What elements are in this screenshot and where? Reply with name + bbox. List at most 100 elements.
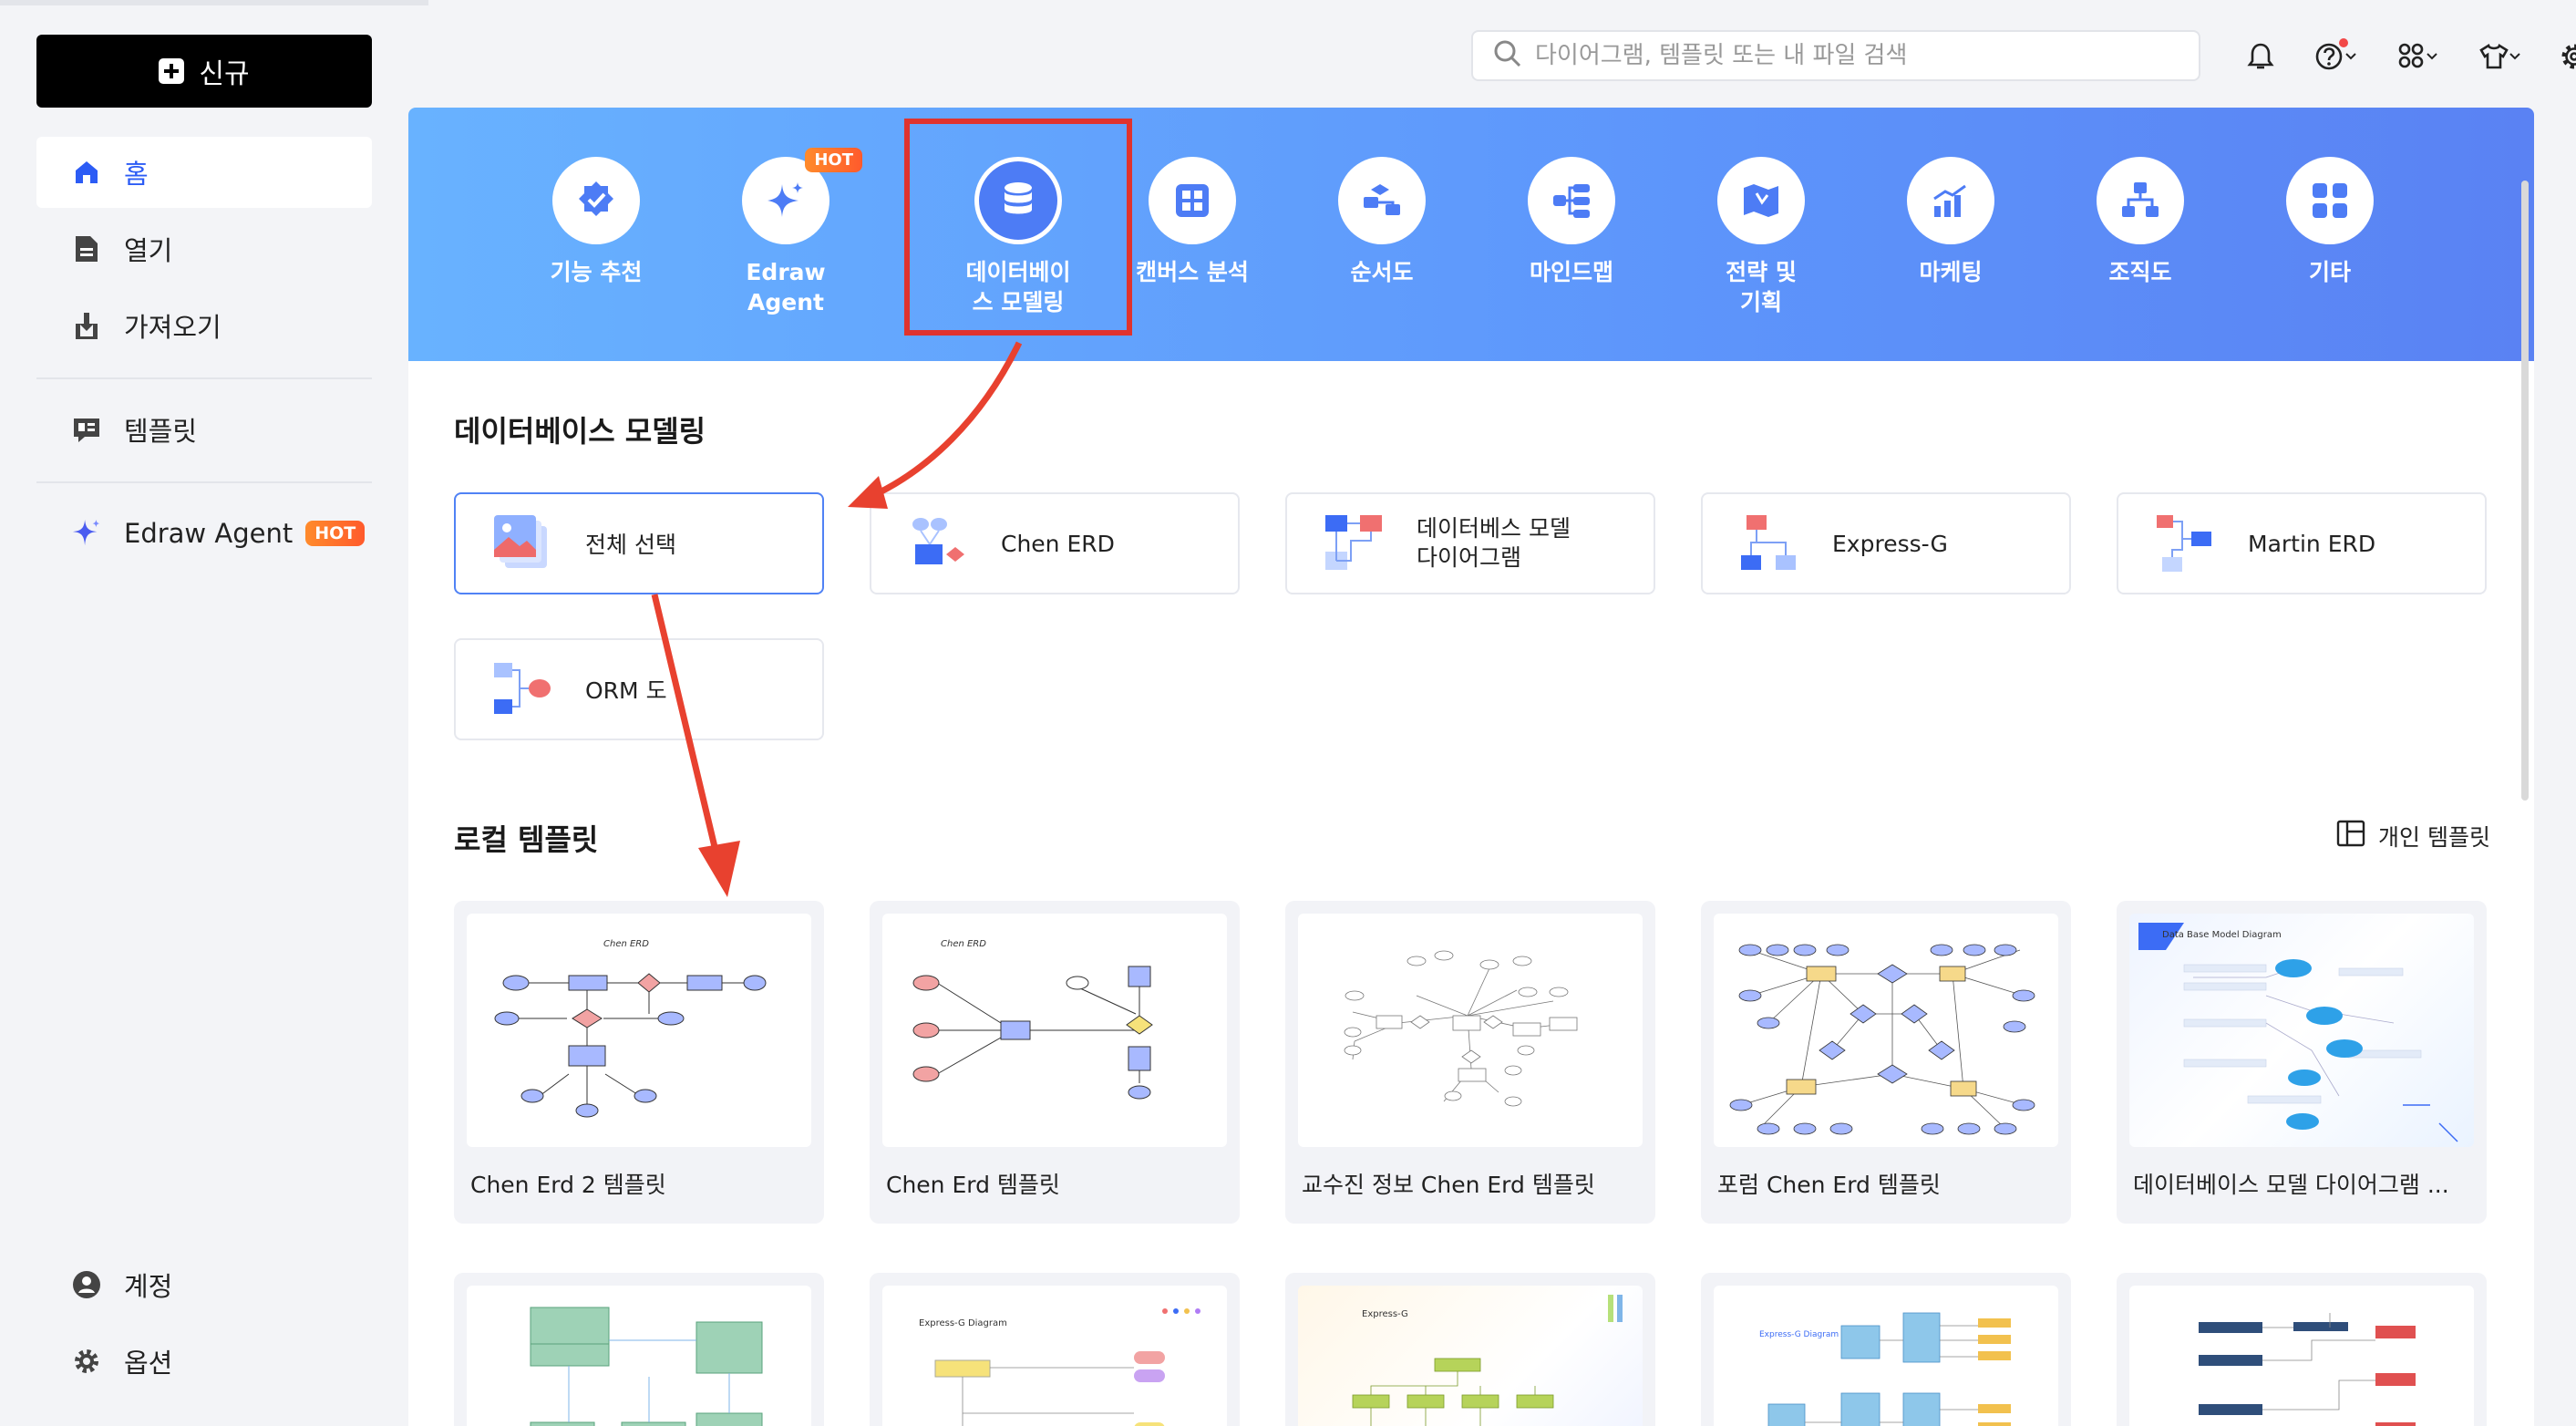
thumb-title: Express-G: [1362, 1309, 1408, 1319]
sidebar-item-label: 계정: [124, 1271, 173, 1302]
category-org-chart[interactable]: 조직도: [2063, 157, 2218, 287]
thumb-title: Chen ERD: [603, 939, 649, 949]
db-model-icon: [1324, 513, 1384, 574]
type-card-chen-erd[interactable]: Chen ERD: [870, 492, 1240, 594]
category-label: 기능 추천: [550, 259, 643, 285]
type-card-express-g[interactable]: Express-G: [1701, 492, 2071, 594]
sidebar-item-home[interactable]: 홈: [36, 137, 372, 208]
sparkle-icon: HOT: [742, 148, 862, 244]
template-card[interactable]: [2117, 1273, 2487, 1426]
mindmap-icon: [1528, 157, 1615, 244]
type-card-label: 데이터베스 모델 다이어그램: [1417, 515, 1571, 571]
shirt-icon[interactable]: [2472, 36, 2527, 77]
sidebar-item-label: 옵션: [124, 1348, 173, 1379]
sidebar-item-label: Edraw Agent: [124, 518, 294, 549]
type-card-label: 전체 선택: [585, 532, 676, 558]
thumb-title: Express-G Diagram: [919, 1318, 1007, 1328]
search-icon: [1493, 39, 1522, 72]
thumb-title: Express-G Diagram: [1759, 1330, 1839, 1339]
template-card[interactable]: Express-G Diagram: [870, 1273, 1240, 1426]
thumb-title: Data Base Model Diagram: [2162, 930, 2282, 940]
template-card[interactable]: 교수진 정보 Chen Erd 템플릿: [1285, 901, 1655, 1224]
template-caption: Chen Erd 템플릿: [886, 1172, 1060, 1198]
category-canvas-analysis[interactable]: 캔버스 분석: [1115, 157, 1270, 287]
feature-icon: [552, 157, 640, 244]
category-label: 마케팅: [1919, 259, 1983, 285]
scrollbar[interactable]: [2521, 181, 2529, 801]
template-card[interactable]: [454, 1273, 824, 1426]
template-card[interactable]: Express-G: [1285, 1273, 1655, 1426]
grid-icon: [2286, 157, 2374, 244]
type-card-label: ORM 도: [585, 677, 667, 704]
sidebar-item-templates[interactable]: 템플릿: [36, 394, 372, 465]
settings-icon[interactable]: [2554, 36, 2576, 77]
martin-erd-icon: [2155, 513, 2215, 574]
map-icon: [1717, 157, 1805, 244]
chen-erd-icon: [908, 513, 968, 574]
template-thumbnail: [467, 1286, 811, 1426]
sidebar-item-options[interactable]: 옵션: [36, 1326, 372, 1397]
category-label: 기타: [2308, 259, 2351, 285]
template-card[interactable]: Data Base Model Diagram 데이터베이스 모델 다이어그램 …: [2117, 901, 2487, 1224]
import-icon: [71, 310, 102, 341]
highlight-box: [904, 119, 1132, 336]
type-card-label: Martin ERD: [2248, 530, 2376, 557]
category-label: 순서도: [1350, 259, 1414, 285]
user-icon: [71, 1269, 102, 1300]
template-thumbnail: [2129, 1286, 2474, 1426]
file-icon: [71, 233, 102, 264]
type-card-all[interactable]: 전체 선택: [454, 492, 824, 594]
template-card[interactable]: Chen ERD Chen Erd 2 템플릿: [454, 901, 824, 1224]
help-icon[interactable]: [2308, 36, 2363, 77]
sidebar-item-account[interactable]: 계정: [36, 1249, 372, 1320]
top-divider: [0, 0, 428, 5]
org-chart-icon: [2097, 157, 2184, 244]
category-marketing[interactable]: 마케팅: [1873, 157, 2028, 287]
new-button[interactable]: 신규: [36, 35, 372, 108]
template-card[interactable]: Chen ERD Chen Erd 템플릿: [870, 901, 1240, 1224]
top-toolbar: [2241, 36, 2576, 77]
category-other[interactable]: 기타: [2252, 157, 2407, 287]
template-thumbnail: Express-G: [1298, 1286, 1643, 1426]
type-card-orm[interactable]: ORM 도: [454, 638, 824, 740]
personal-templates-label: 개인 템플릿: [2378, 824, 2490, 851]
sparkle-icon: [71, 518, 102, 549]
category-feature-recommend[interactable]: 기능 추천: [519, 157, 674, 287]
flowchart-icon: [1338, 157, 1426, 244]
template-caption: 교수진 정보 Chen Erd 템플릿: [1302, 1172, 1595, 1198]
hot-badge: HOT: [305, 521, 366, 546]
sidebar-item-open[interactable]: 열기: [36, 213, 372, 284]
category-edraw-agent[interactable]: HOT Edraw Agent: [708, 148, 863, 317]
personal-templates-button[interactable]: 개인 템플릿: [2336, 819, 2490, 853]
sidebar-item-label: 홈: [124, 159, 149, 190]
category-strategy-planning[interactable]: 전략 및 기획: [1684, 157, 1839, 317]
sidebar-divider: [36, 377, 372, 379]
template-caption: Chen Erd 2 템플릿: [470, 1172, 666, 1198]
category-flowchart[interactable]: 순서도: [1304, 157, 1459, 287]
images-icon: [492, 513, 552, 574]
template-thumbnail: Chen ERD: [467, 914, 811, 1147]
template-thumbnail: Express-G Diagram: [882, 1286, 1227, 1426]
apps-icon[interactable]: [2390, 36, 2445, 77]
gear-icon: [71, 1346, 102, 1377]
search-box[interactable]: [1471, 30, 2200, 81]
template-card[interactable]: Express-G Diagram: [1701, 1273, 2071, 1426]
sidebar-item-label: 가져오기: [124, 312, 222, 343]
type-card-martin-erd[interactable]: Martin ERD: [2117, 492, 2487, 594]
template-icon: [71, 414, 102, 445]
type-card-db-model-diagram[interactable]: 데이터베스 모델 다이어그램: [1285, 492, 1655, 594]
home-icon: [71, 157, 102, 188]
thumb-title: Chen ERD: [941, 939, 986, 949]
category-label: Edraw Agent: [746, 259, 826, 315]
sidebar-item-edraw-agent[interactable]: Edraw Agent HOT: [36, 498, 372, 569]
notification-dot: [2339, 38, 2348, 47]
sidebar-item-import[interactable]: 가져오기: [36, 290, 372, 361]
template-card[interactable]: 포럼 Chen Erd 템플릿: [1701, 901, 2071, 1224]
template-caption: 데이터베이스 모델 다이어그램 ...: [2133, 1172, 2449, 1198]
search-input[interactable]: [1535, 42, 2173, 69]
template-thumbnail: Chen ERD: [882, 914, 1227, 1147]
layout-icon: [2336, 819, 2365, 853]
bell-icon[interactable]: [2241, 36, 2281, 77]
category-mindmap[interactable]: 마인드맵: [1494, 157, 1649, 287]
template-thumbnail: Express-G Diagram: [1714, 1286, 2058, 1426]
